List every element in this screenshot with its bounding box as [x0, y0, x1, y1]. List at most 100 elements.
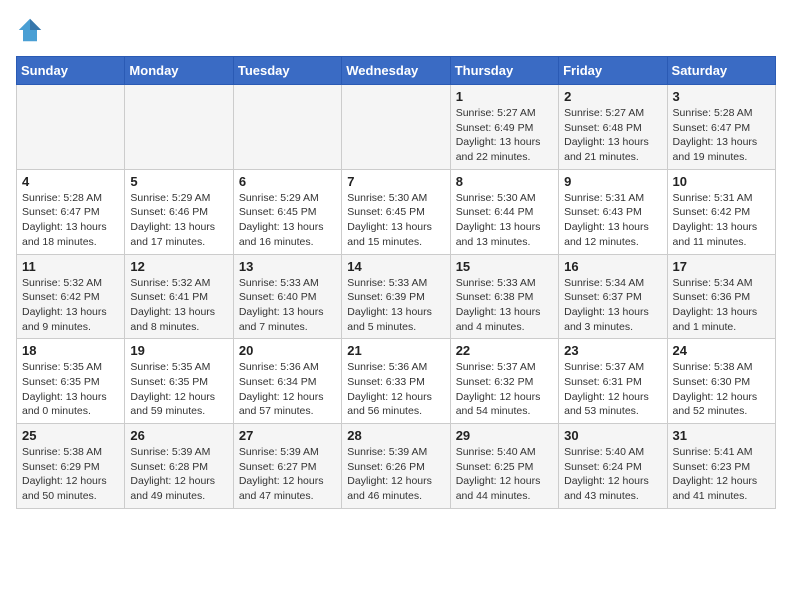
- day-info: Sunrise: 5:38 AM Sunset: 6:29 PM Dayligh…: [22, 445, 119, 504]
- calendar-cell: 26 Sunrise: 5:39 AM Sunset: 6:28 PM Dayli…: [125, 424, 233, 509]
- day-info: Sunrise: 5:29 AM Sunset: 6:45 PM Dayligh…: [239, 191, 336, 250]
- calendar-cell: 22 Sunrise: 5:37 AM Sunset: 6:32 PM Dayli…: [450, 339, 558, 424]
- day-info: Sunrise: 5:33 AM Sunset: 6:39 PM Dayligh…: [347, 276, 444, 335]
- calendar-cell: 21Sunrise: 5:36 AM Sunset: 6:33 PM Dayli…: [342, 339, 450, 424]
- day-info: Sunrise: 5:35 AM Sunset: 6:35 PM Dayligh…: [130, 360, 227, 419]
- calendar-cell: [125, 85, 233, 170]
- day-info: Sunrise: 5:27 AM Sunset: 6:49 PM Dayligh…: [456, 106, 553, 165]
- day-number: 17: [673, 259, 770, 274]
- day-number: 14: [347, 259, 444, 274]
- day-info: Sunrise: 5:39 AM Sunset: 6:26 PM Dayligh…: [347, 445, 444, 504]
- calendar-cell: 12 Sunrise: 5:32 AM Sunset: 6:41 PM Dayli…: [125, 254, 233, 339]
- day-info: Sunrise: 5:37 AM Sunset: 6:32 PM Dayligh…: [456, 360, 553, 419]
- calendar-cell: 24 Sunrise: 5:38 AM Sunset: 6:30 PM Dayli…: [667, 339, 775, 424]
- calendar-cell: 16 Sunrise: 5:34 AM Sunset: 6:37 PM Dayli…: [559, 254, 667, 339]
- calendar-cell: 28 Sunrise: 5:39 AM Sunset: 6:26 PM Dayli…: [342, 424, 450, 509]
- day-info: Sunrise: 5:31 AM Sunset: 6:42 PM Dayligh…: [673, 191, 770, 250]
- day-info: Sunrise: 5:28 AM Sunset: 6:47 PM Dayligh…: [22, 191, 119, 250]
- day-number: 21: [347, 343, 444, 358]
- day-number: 3: [673, 89, 770, 104]
- calendar-cell: 27 Sunrise: 5:39 AM Sunset: 6:27 PM Dayli…: [233, 424, 341, 509]
- day-number: 31: [673, 428, 770, 443]
- day-info: Sunrise: 5:29 AM Sunset: 6:46 PM Dayligh…: [130, 191, 227, 250]
- day-number: 24: [673, 343, 770, 358]
- day-number: 10: [673, 174, 770, 189]
- day-info: Sunrise: 5:34 AM Sunset: 6:37 PM Dayligh…: [564, 276, 661, 335]
- calendar-cell: 5 Sunrise: 5:29 AM Sunset: 6:46 PM Daylig…: [125, 169, 233, 254]
- calendar-cell: 20 Sunrise: 5:36 AM Sunset: 6:34 PM Dayli…: [233, 339, 341, 424]
- day-number: 16: [564, 259, 661, 274]
- day-number: 20: [239, 343, 336, 358]
- calendar-cell: 17 Sunrise: 5:34 AM Sunset: 6:36 PM Dayli…: [667, 254, 775, 339]
- calendar-cell: 4 Sunrise: 5:28 AM Sunset: 6:47 PM Daylig…: [17, 169, 125, 254]
- day-number: 6: [239, 174, 336, 189]
- calendar-cell: 3 Sunrise: 5:28 AM Sunset: 6:47 PM Daylig…: [667, 85, 775, 170]
- calendar-cell: 15 Sunrise: 5:33 AM Sunset: 6:38 PM Dayli…: [450, 254, 558, 339]
- logo-icon: [16, 16, 44, 44]
- day-info: Sunrise: 5:39 AM Sunset: 6:27 PM Dayligh…: [239, 445, 336, 504]
- day-number: 30: [564, 428, 661, 443]
- day-info: Sunrise: 5:41 AM Sunset: 6:23 PM Dayligh…: [673, 445, 770, 504]
- day-info: Sunrise: 5:27 AM Sunset: 6:48 PM Dayligh…: [564, 106, 661, 165]
- day-number: 23: [564, 343, 661, 358]
- logo: [16, 16, 48, 44]
- weekday-header-wednesday: Wednesday: [342, 57, 450, 85]
- calendar-cell: [342, 85, 450, 170]
- day-info: Sunrise: 5:38 AM Sunset: 6:30 PM Dayligh…: [673, 360, 770, 419]
- day-info: Sunrise: 5:40 AM Sunset: 6:24 PM Dayligh…: [564, 445, 661, 504]
- day-number: 1: [456, 89, 553, 104]
- day-number: 7: [347, 174, 444, 189]
- calendar-cell: 23 Sunrise: 5:37 AM Sunset: 6:31 PM Dayli…: [559, 339, 667, 424]
- day-info: Sunrise: 5:33 AM Sunset: 6:40 PM Dayligh…: [239, 276, 336, 335]
- day-number: 25: [22, 428, 119, 443]
- calendar-cell: 8 Sunrise: 5:30 AM Sunset: 6:44 PM Daylig…: [450, 169, 558, 254]
- calendar-cell: [233, 85, 341, 170]
- day-info: Sunrise: 5:39 AM Sunset: 6:28 PM Dayligh…: [130, 445, 227, 504]
- day-info: Sunrise: 5:31 AM Sunset: 6:43 PM Dayligh…: [564, 191, 661, 250]
- day-info: Sunrise: 5:33 AM Sunset: 6:38 PM Dayligh…: [456, 276, 553, 335]
- weekday-header-tuesday: Tuesday: [233, 57, 341, 85]
- day-info: Sunrise: 5:32 AM Sunset: 6:41 PM Dayligh…: [130, 276, 227, 335]
- day-number: 27: [239, 428, 336, 443]
- weekday-header-friday: Friday: [559, 57, 667, 85]
- weekday-header-thursday: Thursday: [450, 57, 558, 85]
- calendar-cell: 11 Sunrise: 5:32 AM Sunset: 6:42 PM Dayli…: [17, 254, 125, 339]
- day-number: 22: [456, 343, 553, 358]
- day-number: 18: [22, 343, 119, 358]
- day-number: 29: [456, 428, 553, 443]
- calendar-cell: 7 Sunrise: 5:30 AM Sunset: 6:45 PM Daylig…: [342, 169, 450, 254]
- day-number: 11: [22, 259, 119, 274]
- day-number: 26: [130, 428, 227, 443]
- calendar-cell: 2Sunrise: 5:27 AM Sunset: 6:48 PM Daylig…: [559, 85, 667, 170]
- calendar-cell: 6 Sunrise: 5:29 AM Sunset: 6:45 PM Daylig…: [233, 169, 341, 254]
- day-info: Sunrise: 5:32 AM Sunset: 6:42 PM Dayligh…: [22, 276, 119, 335]
- day-info: Sunrise: 5:40 AM Sunset: 6:25 PM Dayligh…: [456, 445, 553, 504]
- day-info: Sunrise: 5:28 AM Sunset: 6:47 PM Dayligh…: [673, 106, 770, 165]
- calendar-cell: 31 Sunrise: 5:41 AM Sunset: 6:23 PM Dayli…: [667, 424, 775, 509]
- calendar-cell: [17, 85, 125, 170]
- day-info: Sunrise: 5:37 AM Sunset: 6:31 PM Dayligh…: [564, 360, 661, 419]
- calendar-cell: 1 Sunrise: 5:27 AM Sunset: 6:49 PM Daylig…: [450, 85, 558, 170]
- day-number: 19: [130, 343, 227, 358]
- day-number: 5: [130, 174, 227, 189]
- day-number: 15: [456, 259, 553, 274]
- day-number: 8: [456, 174, 553, 189]
- day-number: 28: [347, 428, 444, 443]
- day-info: Sunrise: 5:35 AM Sunset: 6:35 PM Dayligh…: [22, 360, 119, 419]
- day-number: 9: [564, 174, 661, 189]
- day-number: 4: [22, 174, 119, 189]
- calendar-cell: 25 Sunrise: 5:38 AM Sunset: 6:29 PM Dayli…: [17, 424, 125, 509]
- calendar-cell: 19 Sunrise: 5:35 AM Sunset: 6:35 PM Dayli…: [125, 339, 233, 424]
- day-info: Sunrise: 5:30 AM Sunset: 6:44 PM Dayligh…: [456, 191, 553, 250]
- calendar-cell: 13 Sunrise: 5:33 AM Sunset: 6:40 PM Dayli…: [233, 254, 341, 339]
- day-number: 12: [130, 259, 227, 274]
- calendar-cell: 10 Sunrise: 5:31 AM Sunset: 6:42 PM Dayli…: [667, 169, 775, 254]
- day-number: 13: [239, 259, 336, 274]
- weekday-header-saturday: Saturday: [667, 57, 775, 85]
- day-info: Sunrise: 5:30 AM Sunset: 6:45 PM Dayligh…: [347, 191, 444, 250]
- day-info: Sunrise: 5:36 AM Sunset: 6:34 PM Dayligh…: [239, 360, 336, 419]
- calendar-cell: 18 Sunrise: 5:35 AM Sunset: 6:35 PM Dayli…: [17, 339, 125, 424]
- day-info: Sunrise: 5:34 AM Sunset: 6:36 PM Dayligh…: [673, 276, 770, 335]
- calendar-cell: 14 Sunrise: 5:33 AM Sunset: 6:39 PM Dayli…: [342, 254, 450, 339]
- weekday-header-monday: Monday: [125, 57, 233, 85]
